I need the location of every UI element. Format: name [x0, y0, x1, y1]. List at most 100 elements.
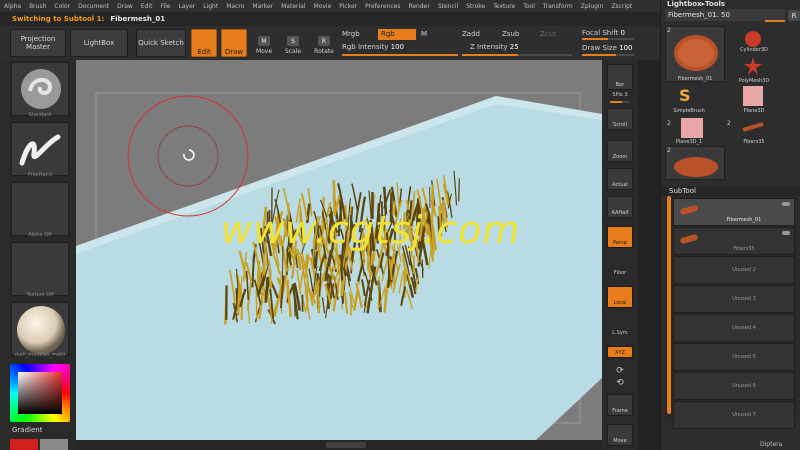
menu-picker[interactable]: Picker	[335, 3, 361, 10]
menu-light[interactable]: Light	[199, 3, 222, 10]
polymesh3d-label[interactable]: PolyMesh3D	[731, 78, 777, 84]
menu-movie[interactable]: Movie	[310, 3, 336, 10]
subtool-row[interactable]: Unused 5	[673, 343, 795, 371]
menu-zscript[interactable]: Zscript	[607, 3, 636, 10]
secondary-color-swatch[interactable]	[40, 439, 68, 450]
edit-button[interactable]: Edit	[191, 29, 217, 57]
material-thumbnail[interactable]	[11, 302, 69, 356]
quick-sketch-button[interactable]: Quick Sketch	[136, 29, 186, 57]
menu-stroke[interactable]: Stroke	[462, 3, 489, 10]
menu-transform[interactable]: Transform	[539, 3, 577, 10]
menu-texture[interactable]: Texture	[489, 3, 519, 10]
menu-brush[interactable]: Brush	[25, 3, 50, 10]
plane3d-label[interactable]: Plane3D	[731, 108, 777, 114]
color-picker[interactable]	[10, 364, 70, 422]
visibility-eye-icon[interactable]	[782, 202, 790, 206]
lightbox-button[interactable]: LightBox	[70, 29, 128, 57]
zoom-button[interactable]: Zoom	[607, 140, 633, 162]
aahalf-button[interactable]: AAHalf	[607, 196, 633, 218]
draw-button[interactable]: Draw	[221, 29, 247, 57]
floor-button[interactable]: Floor	[607, 256, 633, 278]
subtool-row[interactable]: Unused 4	[673, 314, 795, 342]
move-button[interactable]: M Move	[252, 29, 276, 55]
menu-tool[interactable]: Tool	[519, 3, 539, 10]
draw-size-track[interactable]	[582, 54, 634, 56]
visibility-eye-icon[interactable]	[782, 231, 790, 235]
rotate-z-icon[interactable]: ⟲	[607, 378, 633, 388]
menu-zplugin[interactable]: Zplugin	[577, 3, 608, 10]
subtool-row[interactable]: Unused 3	[673, 285, 795, 313]
zsub-toggle[interactable]: Zsub	[502, 30, 519, 38]
menu-material[interactable]: Material	[277, 3, 309, 10]
menu-stencil[interactable]: Stencil	[434, 3, 462, 10]
subtool-row[interactable]: Unused 2	[673, 256, 795, 284]
rgb-toggle[interactable]: Rgb	[378, 29, 416, 40]
persp-button[interactable]: Persp	[607, 226, 633, 248]
menu-preferences[interactable]: Preferences	[361, 3, 404, 10]
rotate-y-icon[interactable]: ⟳	[607, 366, 633, 376]
menu-edit[interactable]: Edit	[137, 3, 157, 10]
local-button[interactable]: Local	[607, 286, 633, 308]
fibers35-label[interactable]: Fibers35	[731, 139, 777, 145]
bottom-shelf-handle[interactable]	[326, 442, 366, 448]
actual-button[interactable]: Actual	[607, 168, 633, 190]
alpha-thumbnail[interactable]	[11, 182, 69, 236]
scroll-button[interactable]: Scroll	[607, 108, 633, 130]
panel-title[interactable]: Lightbox▸Tools	[667, 0, 725, 8]
right-tray-divider[interactable]	[638, 60, 660, 450]
simplebrush-label[interactable]: SimpleBrush	[667, 108, 711, 114]
xyz-button[interactable]: XYZ	[607, 346, 633, 358]
mrgb-toggle[interactable]: Mrgb	[342, 30, 360, 38]
cylinder3d-label[interactable]: Cylinder3D	[731, 47, 777, 53]
stroke-thumbnail[interactable]	[11, 122, 69, 176]
subtool-row[interactable]: Fibermesh_01	[673, 198, 795, 226]
focal-shift-track[interactable]	[582, 38, 634, 40]
viewport-canvas[interactable]: www.cgtsj.com	[76, 60, 602, 440]
bpr-button[interactable]: Bpr	[607, 64, 633, 90]
subtool-row[interactable]: Unused 7	[673, 401, 795, 429]
menu-file[interactable]: File	[156, 3, 174, 10]
rotate-button[interactable]: R Rotate	[312, 29, 336, 55]
menu-marker[interactable]: Marker	[248, 3, 277, 10]
zadd-toggle[interactable]: Zadd	[462, 30, 480, 38]
subtool-row[interactable]: Fibers35	[673, 227, 795, 255]
rgb-intensity-slider[interactable]: Rgb Intensity 100	[342, 43, 404, 51]
subtool-scrollbar[interactable]	[667, 196, 671, 414]
projection-master-button[interactable]: Projection Master	[10, 29, 66, 57]
move-view-button[interactable]: Move	[607, 424, 633, 446]
alpha-label: Alpha Off	[28, 232, 52, 238]
menu-render[interactable]: Render	[404, 3, 433, 10]
zcut-toggle[interactable]: Zcut	[540, 30, 556, 38]
texture-thumbnail[interactable]	[11, 242, 69, 296]
menu-draw[interactable]: Draw	[113, 3, 137, 10]
subtool-row[interactable]: Unused 6	[673, 372, 795, 400]
brush-thumbnail[interactable]	[11, 62, 69, 116]
draw-size-slider[interactable]: Draw Size 100	[582, 44, 633, 52]
focal-shift-slider[interactable]: Focal Shift 0	[582, 29, 625, 37]
current-tool-track[interactable]	[765, 20, 785, 22]
r-button[interactable]: R	[788, 10, 800, 21]
lsym-button[interactable]: L.Sym	[607, 330, 633, 336]
scale-button[interactable]: S Scale	[281, 29, 305, 55]
spix-control[interactable]: SPix 3	[607, 92, 633, 98]
frame-button[interactable]: Frame	[607, 394, 633, 416]
main-color-swatch[interactable]	[10, 439, 38, 450]
menu-document[interactable]: Document	[74, 3, 113, 10]
freehand-stroke-icon	[19, 134, 61, 166]
tool-thumb-fibermesh-2[interactable]	[665, 146, 725, 180]
z-intensity-track[interactable]	[462, 54, 572, 56]
menu-layer[interactable]: Layer	[175, 3, 200, 10]
menu-macro[interactable]: Macro	[222, 3, 248, 10]
tool-thumb-fibermesh[interactable]	[665, 26, 725, 82]
subtool-header[interactable]: SubTool	[661, 186, 800, 196]
menu-color[interactable]: Color	[50, 3, 74, 10]
saturation-value-square[interactable]	[18, 372, 62, 414]
z-intensity-slider[interactable]: Z Intensity 25	[470, 43, 519, 51]
gradient-label[interactable]: Gradient	[12, 426, 42, 434]
plane3d-1-label[interactable]: Plane3D_1	[667, 139, 711, 145]
menu-alpha[interactable]: Alpha	[0, 3, 25, 10]
m-toggle[interactable]: M	[421, 30, 427, 38]
rgb-intensity-track[interactable]	[342, 54, 458, 56]
spix-track[interactable]	[610, 101, 630, 103]
lsym-label: L.Sym	[612, 330, 628, 336]
